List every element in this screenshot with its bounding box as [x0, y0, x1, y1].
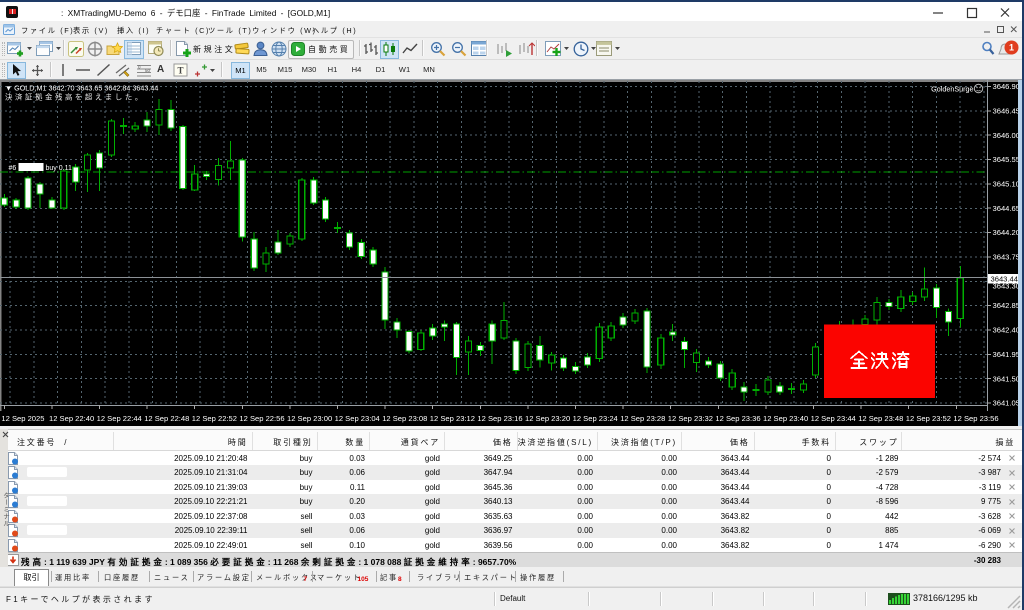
svg-text:3643.75: 3643.75: [993, 253, 1020, 262]
svg-text:12 Sep 23:36: 12 Sep 23:36: [715, 414, 760, 423]
svg-text:12 Sep 22:40: 12 Sep 22:40: [49, 414, 94, 423]
svg-text:12 Sep 23:52: 12 Sep 23:52: [906, 414, 951, 423]
svg-text:▼ GOLD,M1 3642.70 3643.65 3642: ▼ GOLD,M1 3642.70 3643.65 3642.84 3643.4…: [5, 84, 158, 93]
svg-text:12 Sep 23:44: 12 Sep 23:44: [811, 414, 856, 423]
svg-text:#6: #6: [9, 165, 17, 172]
svg-text:3644.20: 3644.20: [993, 228, 1020, 237]
svg-text:3644.65: 3644.65: [993, 204, 1020, 213]
svg-text:12 Sep 22:44: 12 Sep 22:44: [97, 414, 142, 423]
svg-text:3642.85: 3642.85: [993, 301, 1020, 310]
svg-text:12 Sep 23:28: 12 Sep 23:28: [620, 414, 665, 423]
svg-text:12 Sep 22:52: 12 Sep 22:52: [192, 414, 237, 423]
svg-text:12 Sep 22:56: 12 Sep 22:56: [239, 414, 284, 423]
svg-text:12 Sep 23:56: 12 Sep 23:56: [953, 414, 998, 423]
svg-text:3646.90: 3646.90: [993, 82, 1020, 91]
svg-text:12 Sep 23:04: 12 Sep 23:04: [335, 414, 380, 423]
svg-text:12 Sep 23:32: 12 Sep 23:32: [668, 414, 713, 423]
svg-text:3645.10: 3645.10: [993, 180, 1020, 189]
svg-text:12 Sep 22:48: 12 Sep 22:48: [144, 414, 189, 423]
svg-text:12 Sep 2025: 12 Sep 2025: [1, 414, 44, 423]
svg-text:GoldenSurge: GoldenSurge: [931, 85, 973, 94]
svg-text:3643.44: 3643.44: [991, 275, 1018, 284]
svg-text:12 Sep 23:16: 12 Sep 23:16: [477, 414, 522, 423]
svg-text:12 Sep 23:48: 12 Sep 23:48: [858, 414, 903, 423]
svg-text:12 Sep 23:08: 12 Sep 23:08: [382, 414, 427, 423]
svg-text:12 Sep 23:12: 12 Sep 23:12: [430, 414, 475, 423]
svg-text:決済証拠金残高を超えました。: 決済証拠金残高を超えました。: [5, 93, 145, 102]
svg-text:3646.45: 3646.45: [993, 107, 1020, 116]
svg-text:50: 50: [145, 68, 151, 73]
svg-text:buy 0.11: buy 0.11: [46, 165, 72, 172]
svg-text:3646.00: 3646.00: [993, 131, 1020, 140]
svg-text:12 Sep 23:00: 12 Sep 23:00: [287, 414, 332, 423]
svg-text:1: 1: [1009, 43, 1014, 53]
svg-text:12 Sep 23:40: 12 Sep 23:40: [763, 414, 808, 423]
svg-text:3642.40: 3642.40: [993, 326, 1020, 335]
svg-text:12 Sep 23:24: 12 Sep 23:24: [573, 414, 618, 423]
svg-text:T: T: [177, 66, 183, 76]
svg-text:12 Sep 23:20: 12 Sep 23:20: [525, 414, 570, 423]
svg-text:3645.55: 3645.55: [993, 155, 1020, 164]
svg-text:3641.95: 3641.95: [993, 350, 1020, 359]
svg-text:3641.05: 3641.05: [993, 399, 1020, 408]
svg-text:3641.50: 3641.50: [993, 374, 1020, 383]
